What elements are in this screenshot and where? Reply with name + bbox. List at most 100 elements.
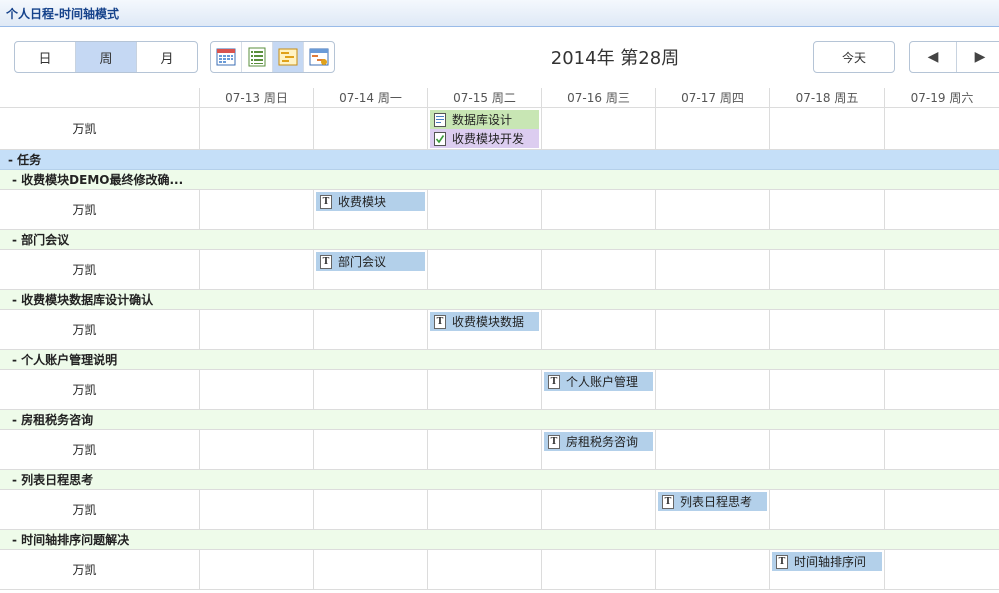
tasks-section-header[interactable]: - 任务 [0, 150, 999, 170]
day-cell[interactable] [314, 108, 428, 149]
task-row: 万凯 T 收费模块 [0, 190, 999, 230]
window-titlebar: 个人日程-时间轴模式 [0, 0, 999, 27]
day-cell[interactable] [200, 250, 314, 289]
day-cell[interactable] [542, 310, 656, 349]
day-cell[interactable] [314, 490, 428, 529]
month-view-button[interactable]: 月 [137, 42, 197, 72]
day-cell[interactable] [200, 430, 314, 469]
gantt-view-icon[interactable] [304, 42, 334, 72]
day-cell[interactable] [656, 190, 770, 229]
task-group-header[interactable]: - 房租税务咨询 [0, 410, 999, 430]
event-label: 时间轴排序问 [794, 555, 867, 569]
day-cell[interactable] [200, 550, 314, 589]
task-event[interactable]: T 收费模块 [316, 192, 425, 211]
task-group-header[interactable]: - 收费模块数据库设计确认 [0, 290, 999, 310]
day-cell[interactable] [200, 310, 314, 349]
day-cell[interactable] [428, 550, 542, 589]
day-cell[interactable] [770, 370, 885, 409]
day-cell[interactable] [542, 550, 656, 589]
day-cell[interactable] [542, 490, 656, 529]
day-cell[interactable]: T 时间轴排序问 [770, 550, 885, 589]
task-event[interactable]: T 房租税务咨询 [544, 432, 653, 451]
next-week-button[interactable]: ▶ [957, 42, 999, 72]
day-header-row: 07-13 周日 07-14 周一 07-15 周二 07-16 周三 07-1… [0, 88, 999, 108]
event-label: 个人账户管理 [566, 375, 639, 389]
day-cell[interactable] [770, 250, 885, 289]
month-calendar-icon[interactable] [211, 42, 242, 72]
day-cell[interactable]: T 房租税务咨询 [542, 430, 656, 469]
day-cell[interactable] [428, 490, 542, 529]
day-cell[interactable] [770, 430, 885, 469]
day-cell[interactable] [885, 490, 999, 529]
day-cell[interactable] [314, 370, 428, 409]
day-cell[interactable] [428, 250, 542, 289]
day-cell[interactable] [200, 370, 314, 409]
day-cell[interactable] [885, 550, 999, 589]
day-cell[interactable] [656, 430, 770, 469]
day-cell[interactable]: T 部门会议 [314, 250, 428, 289]
day-cell[interactable] [428, 370, 542, 409]
text-task-icon: T [548, 434, 560, 449]
day-header: 07-18 周五 [770, 88, 885, 107]
day-view-button[interactable]: 日 [15, 42, 76, 72]
person-name: 万凯 [0, 490, 200, 529]
event-label: 收费模块 [338, 195, 387, 209]
day-cell[interactable]: T 个人账户管理 [542, 370, 656, 409]
day-cell[interactable] [428, 190, 542, 229]
task-event[interactable]: T 列表日程思考 [658, 492, 767, 511]
day-cell[interactable]: T 收费模块数据 [428, 310, 542, 349]
day-cell[interactable] [314, 310, 428, 349]
task-group-header[interactable]: - 收费模块DEMO最终修改确... [0, 170, 999, 190]
task-group-header[interactable]: - 时间轴排序问题解决 [0, 530, 999, 550]
day-cell[interactable]: T 收费模块 [314, 190, 428, 229]
day-cell[interactable] [770, 310, 885, 349]
list-view-icon[interactable] [242, 42, 273, 72]
person-name: 万凯 [0, 430, 200, 469]
day-cell[interactable] [656, 108, 770, 149]
day-cell[interactable] [770, 190, 885, 229]
day-cell[interactable] [885, 108, 999, 149]
day-cell[interactable] [542, 108, 656, 149]
day-cell[interactable] [885, 370, 999, 409]
task-group-header[interactable]: - 部门会议 [0, 230, 999, 250]
day-cell[interactable] [656, 310, 770, 349]
event-billing-module-dev[interactable]: 收费模块开发 [430, 129, 539, 148]
task-event[interactable]: T 时间轴排序问 [772, 552, 882, 571]
task-event[interactable]: T 个人账户管理 [544, 372, 653, 391]
day-cell[interactable] [314, 430, 428, 469]
day-cell[interactable] [542, 250, 656, 289]
day-cell[interactable] [770, 108, 885, 149]
task-event[interactable]: T 部门会议 [316, 252, 425, 271]
day-cell[interactable]: T 列表日程思考 [656, 490, 770, 529]
day-cell[interactable] [656, 550, 770, 589]
day-header: 07-16 周三 [542, 88, 656, 107]
day-cell[interactable] [314, 550, 428, 589]
day-cell[interactable] [656, 250, 770, 289]
today-button[interactable]: 今天 [813, 41, 895, 73]
task-group-header[interactable]: - 个人账户管理说明 [0, 350, 999, 370]
day-cell[interactable] [770, 490, 885, 529]
text-task-icon: T [320, 254, 332, 269]
timeline-view-icon[interactable] [273, 42, 304, 72]
header-corner [0, 88, 200, 107]
day-cell[interactable] [200, 490, 314, 529]
event-database-design[interactable]: 数据库设计 [430, 110, 539, 129]
person-name: 万凯 [0, 310, 200, 349]
day-header: 07-15 周二 [428, 88, 542, 107]
day-cell[interactable] [200, 108, 314, 149]
task-group-header[interactable]: - 列表日程思考 [0, 470, 999, 490]
week-view-button[interactable]: 周 [76, 42, 137, 72]
task-list: - 收费模块DEMO最终修改确... 万凯 T 收费模块 - 部门会议 万凯 T 部门会议 - … [0, 170, 999, 590]
day-cell[interactable] [200, 190, 314, 229]
task-event[interactable]: T 收费模块数据 [430, 312, 539, 331]
day-cell[interactable] [885, 190, 999, 229]
day-cell[interactable] [885, 430, 999, 469]
day-cell[interactable] [885, 310, 999, 349]
prev-week-button[interactable]: ◀ [910, 42, 957, 72]
day-cell[interactable] [656, 370, 770, 409]
task-row: 万凯 T 列表日程思考 [0, 490, 999, 530]
day-cell[interactable]: 数据库设计 收费模块开发 [428, 108, 542, 149]
day-cell[interactable] [885, 250, 999, 289]
day-cell[interactable] [428, 430, 542, 469]
day-cell[interactable] [542, 190, 656, 229]
